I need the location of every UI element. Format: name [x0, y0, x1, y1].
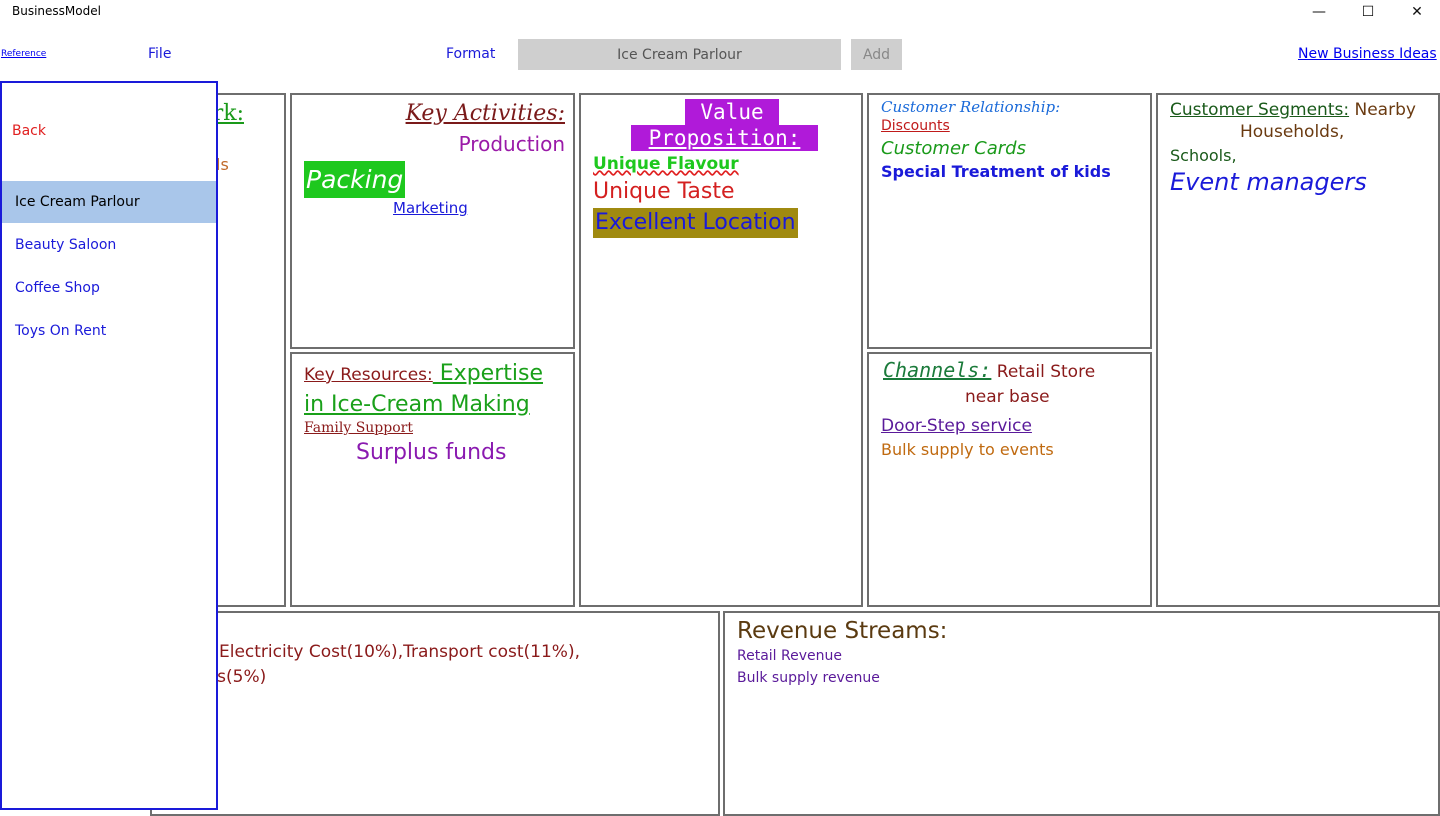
channels-title: Channels: — [883, 358, 992, 382]
segment-item: Households, — [1240, 122, 1345, 142]
channels-box[interactable]: Channels: Retail Store near base Door-St… — [867, 352, 1152, 607]
revenue-streams-title: Revenue Streams: — [737, 618, 948, 644]
relationship-item: Special Treatment of kids — [881, 162, 1111, 181]
value-item: Unique Taste — [593, 179, 735, 204]
activity-item: Production — [458, 132, 565, 156]
revenue-item: Bulk supply revenue — [737, 670, 880, 686]
close-icon[interactable]: ✕ — [1394, 0, 1440, 24]
back-button[interactable]: Back — [12, 123, 46, 139]
customer-segments-box[interactable]: Customer Segments: Nearby Households, Sc… — [1156, 93, 1440, 607]
nav-item-toys-on-rent[interactable]: Toys On Rent — [2, 310, 216, 352]
cost-item: Electricity Cost(10%),Transport cost(11%… — [219, 642, 580, 662]
resource-item: in Ice-Cream Making — [304, 392, 530, 417]
reference-link[interactable]: Reference — [1, 49, 46, 59]
format-menu[interactable]: Format — [446, 46, 495, 62]
resource-item: Expertise — [432, 361, 543, 386]
activity-item: Marketing — [393, 199, 468, 217]
key-resources-box[interactable]: Key Resources: Expertise in Ice-Cream Ma… — [290, 352, 575, 607]
minimize-icon[interactable]: — — [1296, 0, 1342, 24]
nav-item-beauty-saloon[interactable]: Beauty Saloon — [2, 224, 216, 266]
new-business-ideas-link[interactable]: New Business Ideas — [1298, 46, 1437, 62]
value-item: Excellent Location — [593, 208, 798, 238]
resource-item: Family Support — [304, 420, 413, 436]
value-proposition-title-line2: Proposition: — [631, 125, 818, 151]
key-resources-heading: Key Resources: Expertise — [304, 361, 543, 386]
value-proposition-title-line1: Value — [685, 99, 779, 125]
resource-item: Surplus funds — [356, 440, 507, 465]
segment-item: Schools, — [1170, 146, 1237, 165]
relationship-item: Discounts — [881, 118, 950, 134]
activity-item: Packing — [304, 161, 406, 198]
revenue-streams-box[interactable]: Revenue Streams: Retail Revenue Bulk sup… — [723, 611, 1440, 816]
add-button[interactable]: Add — [851, 39, 902, 70]
key-activities-box[interactable]: Key Activities: Production Packing Marke… — [290, 93, 575, 349]
key-activities-title: Key Activities: — [405, 101, 565, 126]
cost-structure-box[interactable]: Electricity Cost(10%),Transport cost(11%… — [150, 611, 720, 816]
customer-segments-heading: Customer Segments: Nearby — [1170, 100, 1416, 120]
segment-item: Event managers — [1170, 168, 1367, 196]
channel-item: Bulk supply to events — [881, 440, 1054, 459]
value-proposition-box[interactable]: Value Proposition: Unique Flavour Unique… — [579, 93, 863, 607]
relationship-item: Customer Cards — [881, 138, 1026, 159]
value-item: Unique Flavour — [593, 154, 739, 174]
nav-item-ice-cream-parlour[interactable]: Ice Cream Parlour — [2, 181, 216, 223]
channel-item: Door-Step service — [881, 416, 1032, 436]
revenue-item: Retail Revenue — [737, 648, 842, 664]
customer-segments-title: Customer Segments: — [1170, 100, 1350, 120]
channels-heading: Channels: Retail Store — [883, 358, 1095, 382]
customer-relationship-box[interactable]: Customer Relationship: Discounts Custome… — [867, 93, 1152, 349]
customer-relationship-title: Customer Relationship: — [881, 98, 1061, 116]
file-menu[interactable]: File — [148, 46, 171, 62]
maximize-icon[interactable]: ☐ — [1345, 0, 1391, 24]
app-title: BusinessModel — [12, 4, 101, 18]
key-resources-title: Key Resources: — [304, 365, 433, 385]
model-name-input[interactable] — [518, 39, 841, 70]
segment-item: Nearby — [1349, 100, 1416, 120]
channel-item: near base — [965, 387, 1050, 407]
channel-item: Retail Store — [991, 362, 1096, 382]
nav-item-coffee-shop[interactable]: Coffee Shop — [2, 267, 216, 309]
